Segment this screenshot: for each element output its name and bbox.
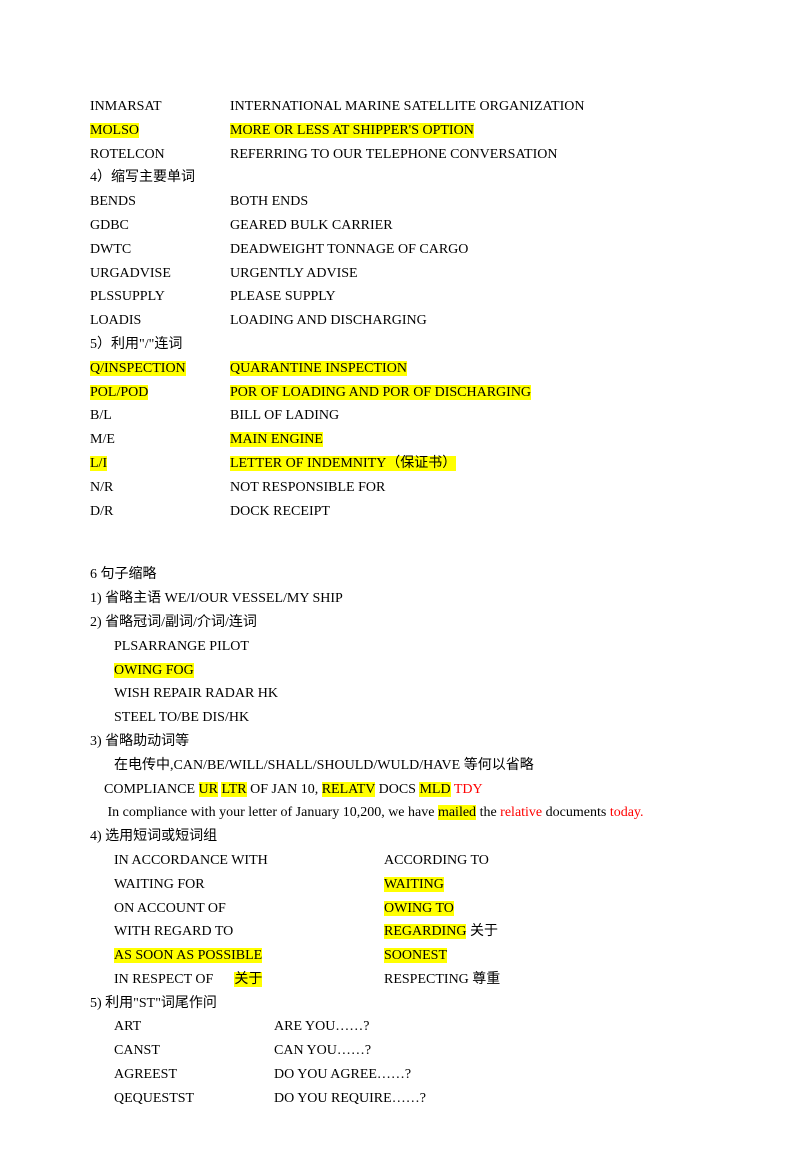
full: ARE YOU……?	[274, 1015, 370, 1039]
long-phrase: ON ACCOUNT OF	[114, 897, 384, 921]
question-row: CANSTCAN YOU……?	[90, 1039, 702, 1063]
phrase-row: WITH REGARD TOREGARDING 关于	[90, 920, 702, 944]
term-row: B/LBILL OF LADING	[90, 404, 702, 428]
term: URGADVISE	[90, 262, 230, 286]
term: B/L	[90, 404, 230, 428]
definition: DOCK RECEIPT	[230, 500, 702, 524]
term-row: DWTC DEADWEIGHT TONNAGE OF CARGO	[90, 238, 702, 262]
compliance-full: In compliance with your letter of Januar…	[90, 801, 702, 825]
long-phrase: IN ACCORDANCE WITH	[114, 849, 384, 873]
term: D/R	[90, 500, 230, 524]
section-heading: 5）利用"/"连词	[90, 333, 702, 357]
definition: URGENTLY ADVISE	[230, 262, 702, 286]
spacer	[90, 523, 702, 563]
full: DO YOU AGREE……?	[274, 1063, 411, 1087]
phrase-row: WAITING FORWAITING	[90, 873, 702, 897]
list-item: 1) 省略主语 WE/I/OUR VESSEL/MY SHIP	[90, 587, 702, 611]
definition: MAIN ENGINE	[230, 428, 702, 452]
term-row: L/I LETTER OF INDEMNITY（保证书）	[90, 452, 702, 476]
section-heading: 6 句子缩略	[90, 563, 702, 587]
term-row: BENDSBOTH ENDS	[90, 190, 702, 214]
term: INMARSAT	[90, 95, 230, 119]
term-row: ROTELCON REFERRING TO OUR TELEPHONE CONV…	[90, 143, 702, 167]
question-row: QEQUESTSTDO YOU REQUIRE……?	[90, 1087, 702, 1111]
definition: POR OF LOADING AND POR OF DISCHARGING	[230, 381, 702, 405]
phrase-row: IN ACCORDANCE WITHACCORDING TO	[90, 849, 702, 873]
short-phrase: SOONEST	[384, 944, 702, 968]
question-row: ARTARE YOU……?	[90, 1015, 702, 1039]
definition: LOADING AND DISCHARGING	[230, 309, 702, 333]
phrase-row: AS SOON AS POSSIBLESOONEST	[90, 944, 702, 968]
long-phrase: WITH REGARD TO	[114, 920, 384, 944]
definition: NOT RESPONSIBLE FOR	[230, 476, 702, 500]
term-row: GDBCGEARED BULK CARRIER	[90, 214, 702, 238]
term: N/R	[90, 476, 230, 500]
short-phrase: ACCORDING TO	[384, 849, 702, 873]
term-row: MOLSO MORE OR LESS AT SHIPPER'S OPTION	[90, 119, 702, 143]
long-phrase: WAITING FOR	[114, 873, 384, 897]
section-heading: 4）缩写主要单词	[90, 166, 702, 190]
term: PLSSUPPLY	[90, 285, 230, 309]
term: GDBC	[90, 214, 230, 238]
abbr: ART	[114, 1015, 274, 1039]
term: L/I	[90, 452, 230, 476]
term: M/E	[90, 428, 230, 452]
list-item: 3) 省略助动词等	[90, 730, 702, 754]
definition: BILL OF LADING	[230, 404, 702, 428]
term-row: Q/INSPECTIONQUARANTINE INSPECTION	[90, 357, 702, 381]
term-row: POL/POD POR OF LOADING AND POR OF DISCHA…	[90, 381, 702, 405]
long-phrase: AS SOON AS POSSIBLE	[114, 944, 384, 968]
list-sub: STEEL TO/BE DIS/HK	[90, 706, 702, 730]
question-row: AGREESTDO YOU AGREE……?	[90, 1063, 702, 1087]
abbr: CANST	[114, 1039, 274, 1063]
definition: PLEASE SUPPLY	[230, 285, 702, 309]
term: LOADIS	[90, 309, 230, 333]
definition: DEADWEIGHT TONNAGE OF CARGO	[230, 238, 702, 262]
list-sub: PLSARRANGE PILOT	[90, 635, 702, 659]
term: POL/POD	[90, 381, 230, 405]
compliance-abbr: COMPLIANCE UR LTR OF JAN 10, RELATV DOCS…	[90, 778, 702, 802]
list-sub: WISH REPAIR RADAR HK	[90, 682, 702, 706]
list-sub: OWING FOG	[90, 659, 702, 683]
term-row: INMARSAT INTERNATIONAL MARINE SATELLITE …	[90, 95, 702, 119]
document-page: INMARSAT INTERNATIONAL MARINE SATELLITE …	[0, 0, 792, 1171]
long-phrase: IN RESPECT OF 关于	[114, 968, 384, 992]
definition: INTERNATIONAL MARINE SATELLITE ORGANIZAT…	[230, 95, 702, 119]
full: CAN YOU……?	[274, 1039, 371, 1063]
full: DO YOU REQUIRE……?	[274, 1087, 426, 1111]
list-item: 2) 省略冠词/副词/介词/连词	[90, 611, 702, 635]
short-phrase: OWING TO	[384, 897, 702, 921]
phrase-row: IN RESPECT OF 关于RESPECTING 尊重	[90, 968, 702, 992]
short-phrase: RESPECTING 尊重	[384, 968, 702, 992]
definition: REFERRING TO OUR TELEPHONE CONVERSATION	[230, 143, 702, 167]
phrase-row: ON ACCOUNT OFOWING TO	[90, 897, 702, 921]
definition: BOTH ENDS	[230, 190, 702, 214]
term: MOLSO	[90, 119, 230, 143]
term-row: URGADVISEURGENTLY ADVISE	[90, 262, 702, 286]
term-row: M/E MAIN ENGINE	[90, 428, 702, 452]
term: DWTC	[90, 238, 230, 262]
term: ROTELCON	[90, 143, 230, 167]
list-item: 5) 利用"ST"词尾作问	[90, 992, 702, 1016]
term: BENDS	[90, 190, 230, 214]
definition: QUARANTINE INSPECTION	[230, 357, 702, 381]
abbr: QEQUESTST	[114, 1087, 274, 1111]
short-phrase: WAITING	[384, 873, 702, 897]
list-item: 4) 选用短词或短词组	[90, 825, 702, 849]
definition: MORE OR LESS AT SHIPPER'S OPTION	[230, 119, 702, 143]
term-row: N/RNOT RESPONSIBLE FOR	[90, 476, 702, 500]
term: Q/INSPECTION	[90, 357, 230, 381]
term-row: D/RDOCK RECEIPT	[90, 500, 702, 524]
short-phrase: REGARDING 关于	[384, 920, 702, 944]
abbr: AGREEST	[114, 1063, 274, 1087]
list-sub: 在电传中,CAN/BE/WILL/SHALL/SHOULD/WULD/HAVE …	[90, 754, 702, 778]
definition: LETTER OF INDEMNITY（保证书）	[230, 452, 702, 476]
definition: GEARED BULK CARRIER	[230, 214, 702, 238]
term-row: LOADISLOADING AND DISCHARGING	[90, 309, 702, 333]
term-row: PLSSUPPLY PLEASE SUPPLY	[90, 285, 702, 309]
